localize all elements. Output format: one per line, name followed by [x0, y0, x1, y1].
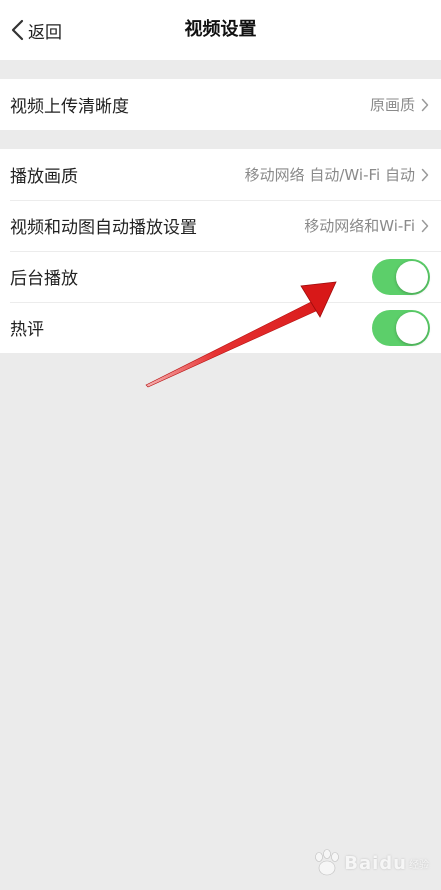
- paw-logo-icon: [315, 849, 340, 876]
- nav-bar: 返回 视频设置: [0, 0, 441, 60]
- hot-comments-label: 热评: [10, 320, 44, 340]
- hot-comments-toggle[interactable]: [372, 309, 430, 346]
- page-title: 视频设置: [184, 19, 257, 40]
- watermark-sub: 经验: [409, 859, 429, 871]
- autoplay-settings-value: 移动网络和Wi-Fi: [304, 217, 415, 235]
- toggle-knob: [396, 311, 428, 344]
- back-label: 返回: [28, 22, 62, 43]
- chevron-right-icon: [421, 168, 429, 181]
- baidu-watermark: Baidu 经验: [310, 848, 429, 878]
- autoplay-settings-row[interactable]: 视频和动图自动播放设置 移动网络和Wi-Fi: [0, 200, 441, 251]
- playback-settings-group: 播放画质 移动网络 自动/Wi-Fi 自动 视频和动图自动播放设置 移动网络和W…: [0, 149, 441, 353]
- upload-quality-row[interactable]: 视频上传清晰度 原画质: [0, 79, 441, 130]
- back-button[interactable]: 返回: [10, 0, 62, 60]
- annotation-arrow: [145, 281, 337, 388]
- upload-quality-label: 视频上传清晰度: [10, 97, 129, 117]
- upload-settings-group: 视频上传清晰度 原画质: [0, 79, 441, 130]
- toggle-knob: [396, 260, 428, 293]
- chevron-left-icon: [11, 19, 24, 41]
- chevron-right-icon: [421, 219, 429, 232]
- hot-comments-row: 热评: [0, 302, 441, 353]
- playback-quality-value: 移动网络 自动/Wi-Fi 自动: [244, 166, 415, 184]
- background-play-toggle[interactable]: [372, 258, 430, 295]
- playback-quality-row[interactable]: 播放画质 移动网络 自动/Wi-Fi 自动: [0, 149, 441, 200]
- background-play-row: 后台播放: [0, 251, 441, 302]
- playback-quality-label: 播放画质: [10, 167, 78, 187]
- autoplay-settings-label: 视频和动图自动播放设置: [10, 218, 197, 238]
- background-play-label: 后台播放: [10, 269, 78, 289]
- watermark-text: Baidu: [344, 852, 407, 874]
- chevron-right-icon: [421, 98, 429, 111]
- upload-quality-value: 原画质: [369, 96, 415, 114]
